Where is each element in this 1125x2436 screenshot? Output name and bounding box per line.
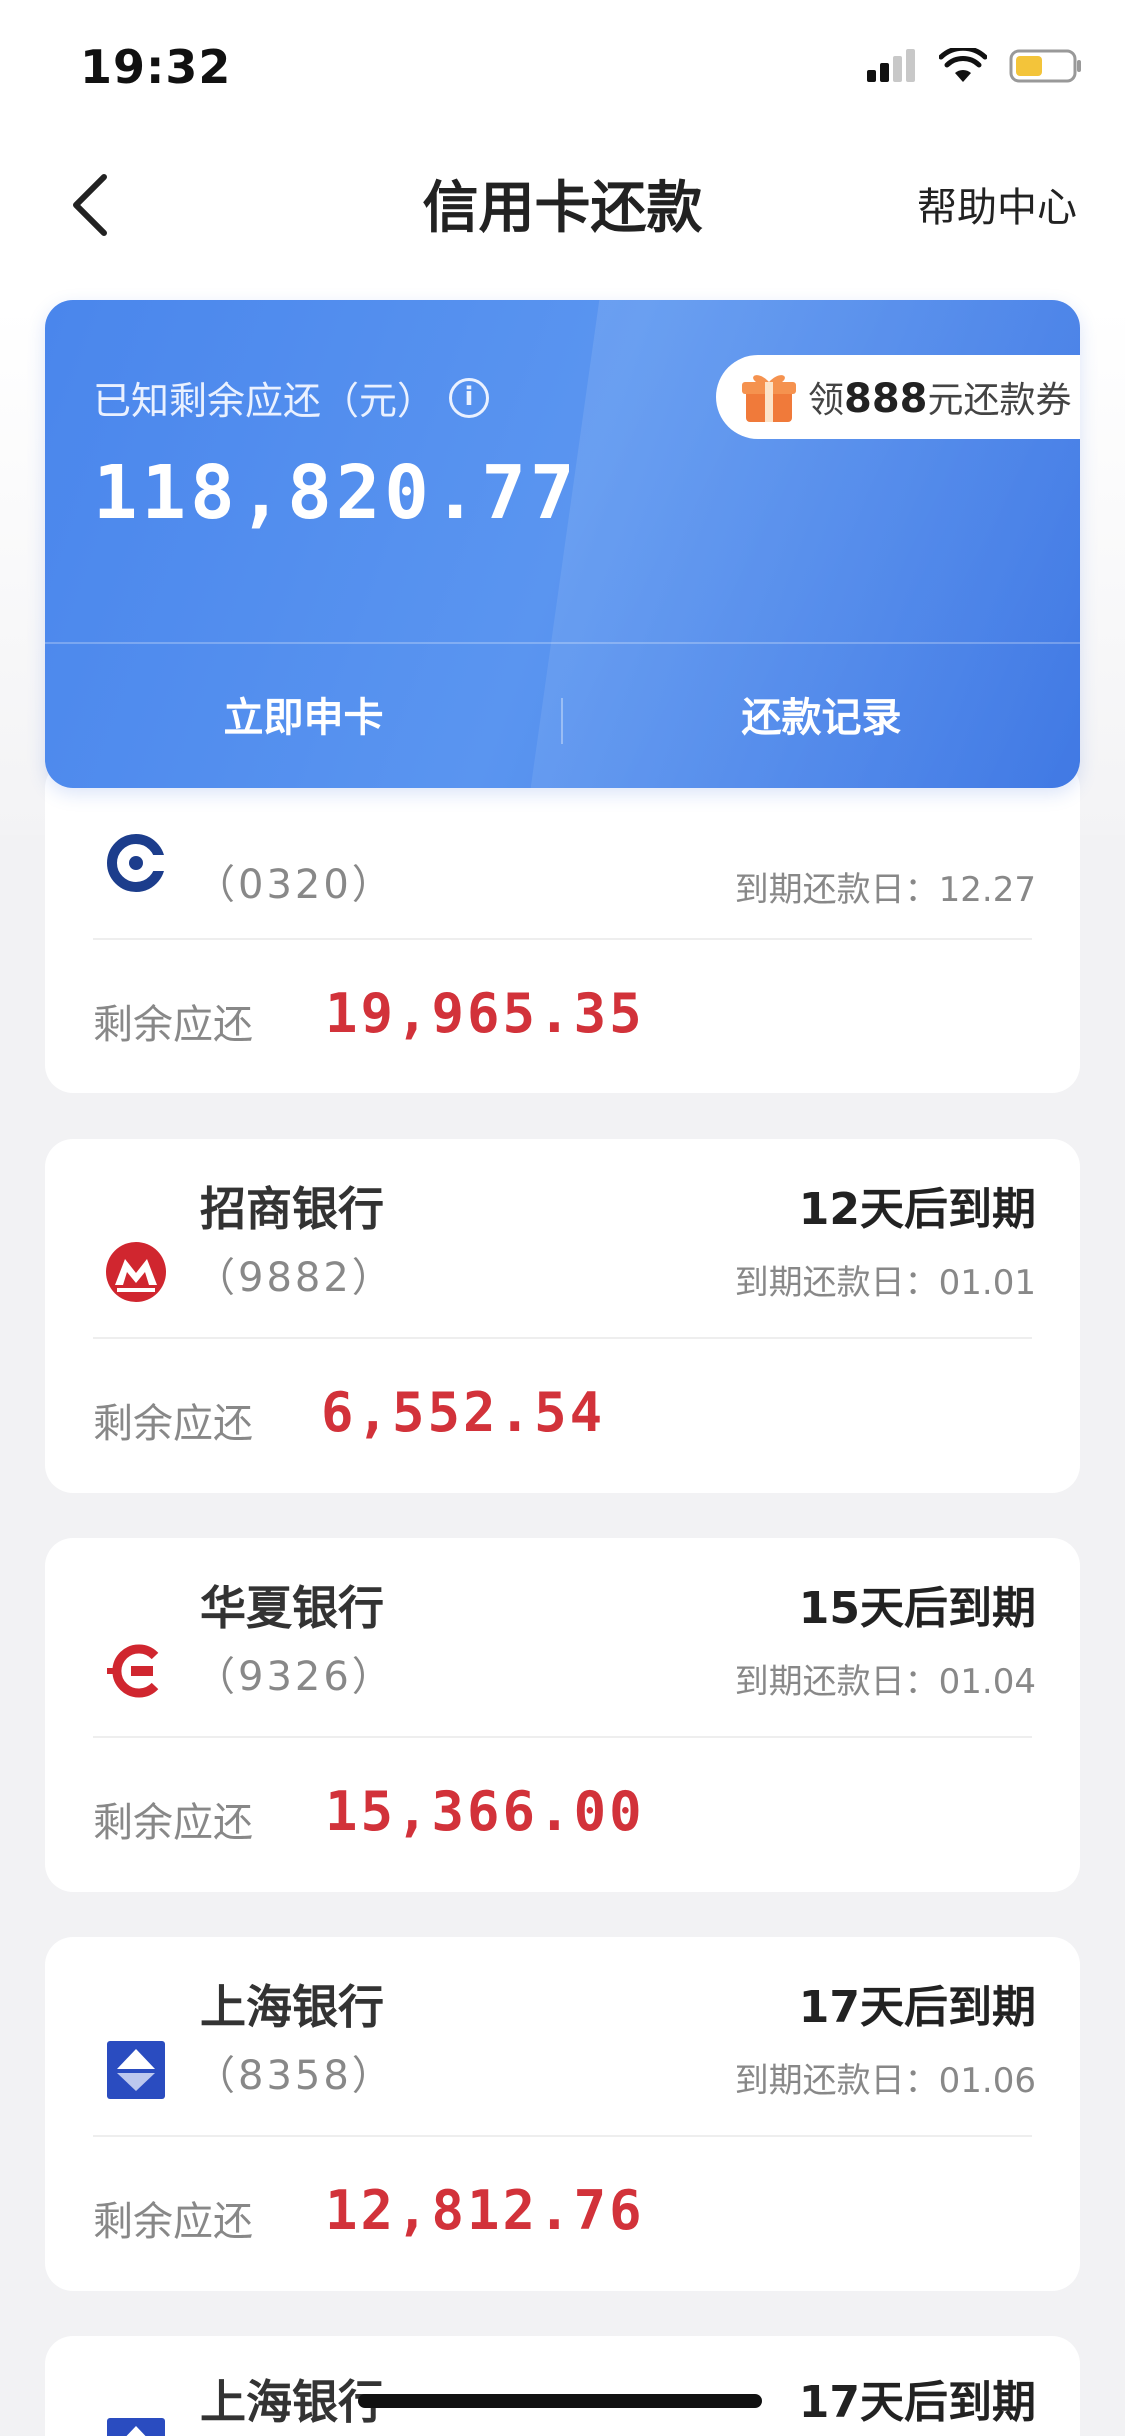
- due-date: 到期还款日：01.06: [734, 2061, 1036, 2101]
- coupon-prefix: 领: [808, 380, 845, 421]
- bank-name: 上海银行: [200, 2375, 384, 2429]
- status-time: 19:32: [80, 40, 232, 94]
- card-divider: [93, 1337, 1032, 1339]
- summary-label-row: 已知剩余应还（元）: [93, 370, 490, 425]
- summary-label: 已知剩余应还（元）: [93, 379, 436, 423]
- card-number: （0320）: [195, 862, 395, 908]
- remain-amount: 12,812.76: [325, 2179, 645, 2242]
- card-number: （9882）: [195, 1255, 395, 1301]
- home-indicator[interactable]: [358, 2394, 762, 2408]
- coupon-badge[interactable]: 领888元还款券: [716, 355, 1080, 439]
- remain-label: 剩余应还: [93, 2199, 253, 2245]
- due-countdown: 17天后到期: [798, 2377, 1036, 2428]
- due-countdown: 15天后到期: [798, 1583, 1036, 1634]
- summary-card: 已知剩余应还（元） 118,820.77 领888元还款券 立即申卡 还款记录: [45, 300, 1080, 788]
- coupon-amount: 888: [844, 376, 928, 422]
- hxb-bank-logo-icon: [107, 1644, 159, 1698]
- card-4[interactable]: 上海银行 17天后到期: [45, 2336, 1080, 2436]
- nav-bar: 信用卡还款 帮助中心: [0, 135, 1125, 305]
- due-countdown: 17天后到期: [798, 1982, 1036, 2033]
- due-countdown: 12天后到期: [798, 1184, 1036, 1235]
- card-number: （9326）: [195, 1654, 395, 1700]
- card-number: （8358）: [195, 2053, 395, 2099]
- gift-icon: [742, 375, 796, 422]
- card-0[interactable]: （0320） 到期还款日：12.27 剩余应还 19,965.35: [45, 760, 1080, 1093]
- bank-name: 华夏银行: [200, 1581, 384, 1635]
- card-3[interactable]: 上海银行 （8358） 17天后到期 到期还款日：01.06 剩余应还 12,8…: [45, 1937, 1080, 2291]
- card-1[interactable]: 招商银行 （9882） 12天后到期 到期还款日：01.01 剩余应还 6,55…: [45, 1139, 1080, 1493]
- card-divider: [93, 2135, 1032, 2137]
- help-center-link[interactable]: 帮助中心: [917, 175, 1077, 233]
- remain-label: 剩余应还: [93, 1401, 253, 1447]
- signal-icon: [867, 49, 915, 82]
- wifi-icon: [939, 48, 987, 82]
- card-divider: [93, 1736, 1032, 1738]
- status-icons: [865, 48, 1083, 84]
- apply-card-button[interactable]: 立即申卡: [45, 685, 562, 743]
- remain-amount: 15,366.00: [325, 1780, 645, 1843]
- due-date: 到期还款日：01.01: [734, 1263, 1036, 1303]
- summary-divider: [45, 642, 1080, 644]
- bosc-bank-logo-icon: [107, 2041, 165, 2099]
- coupon-text: 领888元还款券: [808, 371, 1072, 423]
- info-icon[interactable]: [449, 377, 490, 418]
- card-2[interactable]: 华夏银行 （9326） 15天后到期 到期还款日：01.04 剩余应还 15,3…: [45, 1538, 1080, 1892]
- summary-amount: 118,820.77: [93, 450, 579, 536]
- status-bar: 19:32: [0, 0, 1125, 135]
- cmb-bank-logo-icon: [106, 1242, 166, 1302]
- coupon-suffix: 元还款券: [927, 380, 1072, 421]
- bank-name: 招商银行: [200, 1182, 384, 1236]
- bank-name: 上海银行: [200, 1980, 384, 2034]
- due-date: 到期还款日：01.04: [734, 1662, 1036, 1702]
- due-date: 到期还款日：12.27: [734, 870, 1036, 910]
- remain-amount: 19,965.35: [325, 982, 645, 1045]
- remain-amount: 6,552.54: [321, 1381, 606, 1444]
- card-divider: [93, 938, 1032, 940]
- bank-logo-icon: [107, 834, 166, 892]
- bosc-bank-logo-icon: [107, 2418, 165, 2436]
- remain-label: 剩余应还: [93, 1002, 253, 1048]
- battery-icon: [1009, 49, 1081, 83]
- repayment-records-button[interactable]: 还款记录: [563, 685, 1080, 743]
- remain-label: 剩余应还: [93, 1800, 253, 1846]
